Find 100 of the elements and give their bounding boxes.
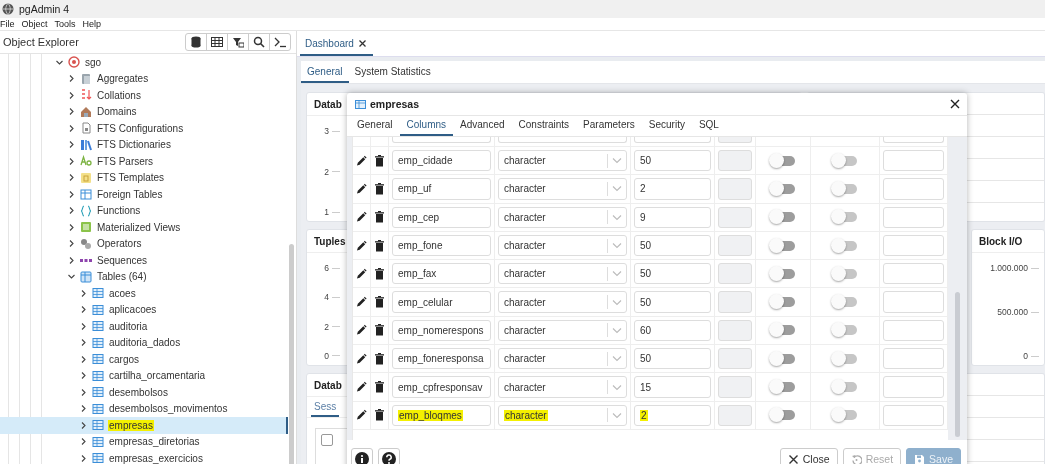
tab[interactable]: Security [641, 116, 692, 136]
select-field[interactable]: character [498, 404, 627, 426]
trash-icon[interactable] [374, 352, 385, 365]
input-field[interactable] [883, 178, 944, 200]
toggle-switch[interactable] [833, 325, 857, 336]
chevron-right-icon[interactable] [67, 255, 76, 265]
menu-item[interactable]: Tools [54, 19, 76, 29]
trash-icon[interactable] [374, 296, 385, 309]
toggle-switch[interactable] [771, 325, 795, 336]
chevron-down-icon[interactable] [67, 272, 76, 282]
toggle-switch[interactable] [771, 240, 795, 251]
trash-icon[interactable] [374, 324, 385, 337]
edit-icon[interactable] [356, 211, 367, 224]
input-field[interactable]: 50 [634, 263, 711, 285]
select-field[interactable]: character [498, 376, 627, 398]
dashboard-tab[interactable]: Dashboard [300, 38, 373, 56]
tree-item-label[interactable]: auditoria_dados [108, 337, 182, 349]
input-field[interactable] [883, 206, 944, 228]
menu-item[interactable]: Object [21, 19, 48, 29]
trash-icon[interactable] [374, 211, 385, 224]
input-field[interactable]: 50 [634, 234, 711, 257]
tree-item-label[interactable]: FTS Dictionaries [96, 139, 172, 151]
input-field[interactable]: 50 [634, 291, 711, 313]
toggle-switch[interactable] [833, 297, 857, 308]
toggle-switch[interactable] [771, 410, 795, 421]
trash-icon[interactable] [374, 154, 385, 167]
close-icon[interactable] [357, 39, 367, 48]
chevron-right-icon[interactable] [67, 90, 76, 100]
input-field[interactable] [883, 404, 944, 426]
chevron-right-icon[interactable] [79, 387, 88, 397]
menu-item[interactable]: File [0, 19, 15, 29]
select-field[interactable]: character [498, 319, 627, 342]
tab[interactable]: Advanced [453, 116, 512, 136]
edit-icon[interactable] [356, 267, 367, 280]
toggle-switch[interactable] [833, 183, 857, 194]
help-button[interactable] [378, 448, 400, 464]
input-field[interactable] [883, 263, 944, 285]
select-field[interactable]: character [498, 178, 627, 200]
input-field[interactable] [883, 319, 944, 342]
tab[interactable]: SQL [691, 116, 726, 136]
input-field[interactable]: emp_celular [392, 291, 491, 313]
edit-icon[interactable] [356, 239, 367, 252]
input-field[interactable]: 15 [634, 376, 711, 398]
toggle-switch[interactable] [771, 268, 795, 279]
chevron-right-icon[interactable] [67, 123, 76, 133]
chevron-right-icon[interactable] [67, 222, 76, 232]
chevron-right-icon[interactable] [79, 305, 88, 315]
input-field[interactable]: emp_fone [392, 234, 491, 257]
chevron-right-icon[interactable] [79, 288, 88, 298]
input-field[interactable]: 50 [634, 348, 711, 370]
checkbox[interactable] [321, 434, 333, 446]
chevron-right-icon[interactable] [67, 156, 76, 166]
input-field[interactable]: emp_cidade [392, 150, 491, 172]
chevron-right-icon[interactable] [79, 321, 88, 331]
tree-item-label[interactable]: Sequences [96, 254, 149, 266]
input-field[interactable]: emp_nomerespons [392, 319, 491, 342]
input-field[interactable]: emp_uf [392, 178, 491, 200]
scrollbar-thumb[interactable] [955, 292, 960, 437]
chevron-right-icon[interactable] [79, 371, 88, 381]
input-field[interactable]: emp_fax [392, 263, 491, 285]
input-field[interactable]: 60 [634, 319, 711, 342]
trash-icon[interactable] [374, 267, 385, 280]
input-field[interactable]: 50 [634, 150, 711, 172]
chevron-right-icon[interactable] [67, 173, 76, 183]
toggle-switch[interactable] [771, 212, 795, 223]
tree-item-label[interactable]: FTS Templates [96, 172, 166, 184]
toggle-switch[interactable] [833, 268, 857, 279]
tree-item-label[interactable]: Materialized Views [96, 221, 182, 233]
edit-icon[interactable] [356, 324, 367, 337]
close-button[interactable]: Close [779, 448, 838, 464]
edit-icon[interactable] [356, 182, 367, 195]
trash-icon[interactable] [374, 182, 385, 195]
menu-item[interactable]: Help [82, 19, 102, 29]
chevron-right-icon[interactable] [79, 453, 88, 463]
chevron-right-icon[interactable] [67, 74, 76, 84]
edit-icon[interactable] [356, 352, 367, 365]
tree-item-label[interactable]: Collations [96, 89, 142, 101]
chevron-right-icon[interactable] [67, 107, 76, 117]
tree-item-label[interactable]: Domains [96, 106, 138, 118]
tree-item-label[interactable]: FTS Parsers [96, 155, 155, 167]
tree-item-label[interactable]: Aggregates [96, 73, 150, 85]
chevron-right-icon[interactable] [79, 338, 88, 348]
tab[interactable]: General [350, 116, 400, 136]
select-field[interactable]: character [498, 206, 627, 228]
trash-icon[interactable] [374, 409, 385, 422]
tree-item-label[interactable]: desembolsos [108, 386, 169, 398]
toggle-switch[interactable] [833, 382, 857, 392]
info-button[interactable] [351, 448, 373, 464]
chevron-right-icon[interactable] [79, 437, 88, 447]
toggle-switch[interactable] [833, 353, 857, 364]
tree-item-label[interactable]: cargos [108, 353, 140, 365]
chevron-right-icon[interactable] [79, 420, 88, 430]
tree-item-label[interactable]: sgo [84, 56, 103, 68]
chevron-right-icon[interactable] [67, 189, 76, 199]
input-field[interactable] [883, 234, 944, 257]
input-field[interactable]: emp_foneresponsa [392, 348, 491, 370]
select-field[interactable]: character [498, 150, 627, 172]
edit-icon[interactable] [356, 381, 367, 393]
toggle-switch[interactable] [771, 155, 795, 166]
toggle-switch[interactable] [833, 212, 857, 223]
